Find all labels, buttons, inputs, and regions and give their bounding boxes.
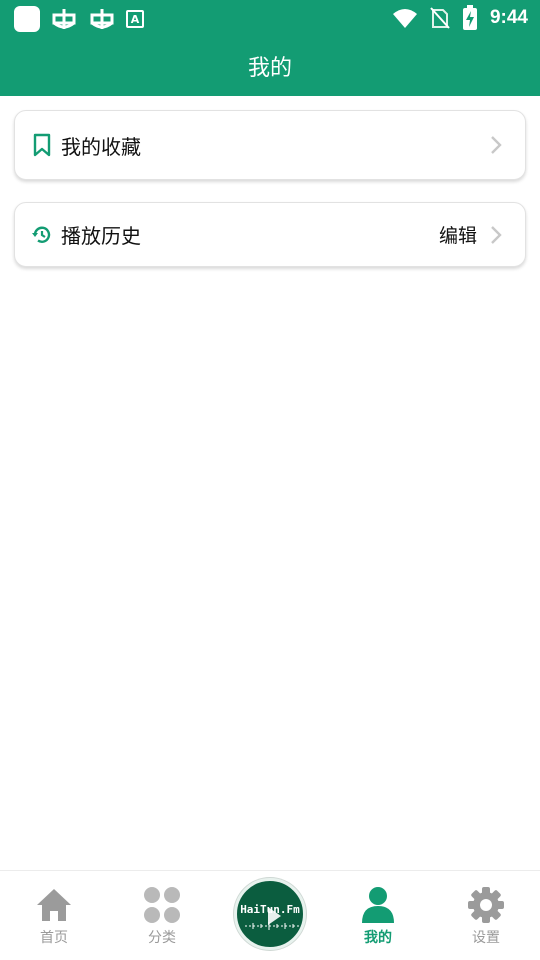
tab-home-label: 首页 [40,930,68,946]
page-title: 我的 [247,56,292,81]
history-card[interactable]: 播放历史 编辑 [14,202,526,267]
tab-home[interactable]: 首页 [14,885,94,947]
battery-charging-icon [462,5,477,30]
status-time: 9:44 [489,7,528,28]
chevron-right-icon [491,136,502,154]
tab-settings[interactable]: 设置 [446,885,526,947]
status-bar: A 9:44 [0,0,540,36]
gear-icon [446,885,526,925]
chevron-right-icon [491,225,502,244]
category-icon [122,885,202,925]
center-play-button[interactable]: HaiTun.Fm [234,878,306,950]
tab-mine-label: 我的 [364,930,392,946]
bug-icon [52,9,76,29]
wifi-icon [392,9,417,28]
home-icon [14,885,94,925]
tab-mine[interactable]: 我的 [338,885,418,947]
history-icon [31,223,53,247]
tab-category-label: 分类 [148,930,176,946]
bookmark-icon [31,133,53,157]
tab-category[interactable]: 分类 [122,885,202,947]
favorites-label: 我的收藏 [61,134,141,159]
app-bar: 我的 [0,36,540,96]
person-icon [338,885,418,925]
no-sim-icon [430,7,450,29]
edit-button[interactable]: 编辑 [439,221,477,248]
a-badge-icon: A [126,10,144,28]
waveform-icon [245,922,301,930]
app-square-icon [14,6,40,32]
favorites-card[interactable]: 我的收藏 [14,110,526,180]
bug-icon [90,9,114,29]
tab-settings-label: 设置 [472,930,500,946]
history-label: 播放历史 [61,224,141,248]
